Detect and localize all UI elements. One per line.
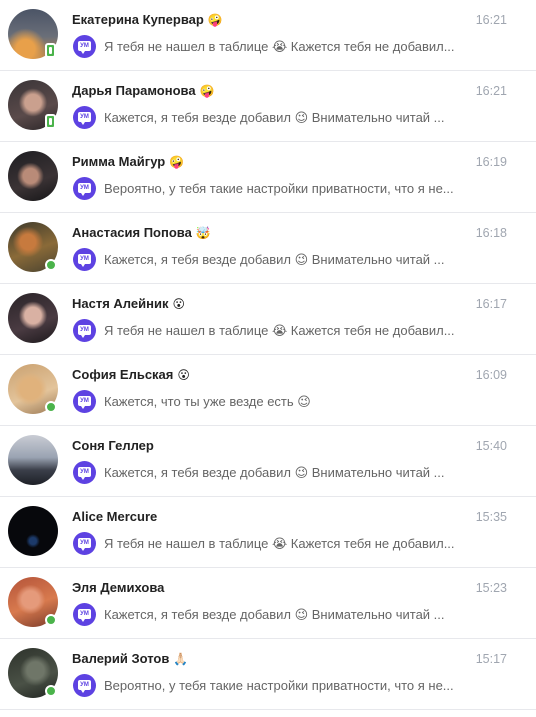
message-preview: Я тебя не нашел в таблице 😭 Кажется тебя… — [104, 323, 455, 338]
community-chat-icon: УМ — [73, 106, 96, 129]
message-time: 16:19 — [475, 155, 507, 169]
community-chat-icon: УМ — [73, 674, 96, 697]
chat-bubble-icon: УМ — [78, 538, 91, 551]
contact-name[interactable]: Соня Геллер — [72, 437, 154, 455]
message-time: 16:21 — [475, 13, 507, 27]
chat-bubble-icon: УМ — [78, 680, 91, 693]
online-indicator-icon — [45, 259, 57, 271]
message-time: 16:21 — [475, 84, 507, 98]
message-preview: Я тебя не нашел в таблице 😭 Кажется тебя… — [104, 39, 455, 54]
community-chat-icon: УМ — [73, 177, 96, 200]
contact-name-text: Соня Геллер — [72, 438, 154, 453]
name-emoji: 🤪 — [199, 84, 215, 98]
dialog-row[interactable]: Валерий Зотов 🙏🏻 15:17 УМ Вероятно, у тебя т… — [0, 639, 536, 710]
name-emoji: 😮 — [177, 368, 190, 382]
dialog-row[interactable]: Alice Mercure 15:35 УМ Я тебя не нашел в та… — [0, 497, 536, 568]
contact-name[interactable]: Alice Mercure — [72, 508, 157, 526]
dialog-row[interactable]: София Ельская 😮 16:09 УМ Кажется, что ты уже… — [0, 355, 536, 426]
message-preview: Кажется, я тебя везде добавил 😉 Внимател… — [104, 110, 445, 125]
name-emoji: 😮 — [172, 297, 185, 311]
chat-bubble-icon: УМ — [78, 396, 91, 409]
contact-name-text: Римма Майгур — [72, 154, 166, 169]
message-time: 15:40 — [475, 439, 507, 453]
message-time: 16:18 — [475, 226, 507, 240]
contact-name-text: Alice Mercure — [72, 509, 158, 524]
dialog-row[interactable]: Римма Майгур 🤪 16:19 УМ Вероятно, у тебя так… — [0, 142, 536, 213]
message-preview: Кажется, что ты уже везде есть 😉 — [104, 394, 311, 409]
contact-name-text: Настя Алейник — [72, 296, 169, 311]
contact-name[interactable]: Настя Алейник 😮 — [72, 295, 185, 313]
dialog-row[interactable]: Дарья Парамонова 🤪 16:21 УМ Кажется, я тебя … — [0, 71, 536, 142]
name-emoji: 🙏🏻 — [173, 652, 189, 666]
dialog-list: Екатерина Купервар 🤪 16:21 УМ Я тебя не наше… — [0, 0, 536, 717]
message-preview: Вероятно, у тебя такие настройки приватн… — [104, 678, 454, 693]
contact-name[interactable]: Эля Демихова — [72, 579, 164, 597]
contact-name-text: Эля Демихова — [72, 580, 165, 595]
avatar[interactable] — [8, 151, 58, 201]
contact-name-text: Екатерина Купервар — [72, 12, 204, 27]
community-chat-icon: УМ — [73, 532, 96, 555]
online-indicator-icon — [45, 614, 57, 626]
contact-name[interactable]: София Ельская 😮 — [72, 366, 190, 384]
message-preview: Кажется, я тебя везде добавил 😉 Внимател… — [104, 465, 445, 480]
message-time: 15:35 — [475, 510, 507, 524]
message-preview: Кажется, я тебя везде добавил 😉 Внимател… — [104, 607, 445, 622]
dialog-row[interactable]: Эля Демихова 15:23 УМ Кажется, я тебя везде… — [0, 568, 536, 639]
dialog-row[interactable]: Екатерина Купервар 🤪 16:21 УМ Я тебя не наше… — [0, 0, 536, 71]
community-chat-icon: УМ — [73, 248, 96, 271]
online-indicator-icon — [45, 401, 57, 413]
community-chat-icon: УМ — [73, 319, 96, 342]
message-preview: Вероятно, у тебя такие настройки приватн… — [104, 181, 454, 196]
contact-name-text: Анастасия Попова — [72, 225, 192, 240]
avatar[interactable] — [8, 435, 58, 485]
contact-name[interactable]: Римма Майгур 🤪 — [72, 153, 184, 171]
community-chat-icon: УМ — [73, 461, 96, 484]
chat-bubble-icon: УМ — [78, 467, 91, 480]
online-indicator-icon — [45, 685, 57, 697]
chat-bubble-icon: УМ — [78, 112, 91, 125]
dialog-row[interactable]: Анастасия Попова 🤯 16:18 УМ Кажется, я тебя … — [0, 213, 536, 284]
contact-name[interactable]: Дарья Парамонова 🤪 — [72, 82, 215, 100]
message-time: 16:09 — [475, 368, 507, 382]
message-time: 15:23 — [475, 581, 507, 595]
name-emoji: 🤯 — [195, 226, 211, 240]
message-preview: Кажется, я тебя везде добавил 😉 Внимател… — [104, 252, 445, 267]
contact-name-text: Валерий Зотов — [72, 651, 170, 666]
chat-bubble-icon: УМ — [78, 325, 91, 338]
contact-name[interactable]: Анастасия Попова 🤯 — [72, 224, 211, 242]
mobile-online-icon — [45, 43, 56, 58]
message-preview: Я тебя не нашел в таблице 😭 Кажется тебя… — [104, 536, 455, 551]
chat-bubble-icon: УМ — [78, 254, 91, 267]
chat-bubble-icon: УМ — [78, 183, 91, 196]
message-time: 16:17 — [475, 297, 507, 311]
name-emoji: 🤪 — [207, 13, 223, 27]
message-time: 15:17 — [475, 652, 507, 666]
avatar[interactable] — [8, 293, 58, 343]
contact-name-text: Дарья Парамонова — [72, 83, 196, 98]
contact-name[interactable]: Екатерина Купервар 🤪 — [72, 11, 223, 29]
mobile-online-icon — [45, 114, 56, 129]
chat-bubble-icon: УМ — [78, 609, 91, 622]
community-chat-icon: УМ — [73, 390, 96, 413]
community-chat-icon: УМ — [73, 603, 96, 626]
contact-name[interactable]: Валерий Зотов 🙏🏻 — [72, 650, 188, 668]
dialog-row[interactable]: Соня Геллер 15:40 УМ Кажется, я тебя везде … — [0, 426, 536, 497]
name-emoji: 🤪 — [169, 155, 185, 169]
chat-bubble-icon: УМ — [78, 41, 91, 54]
dialog-row[interactable]: Настя Алейник 😮 16:17 УМ Я тебя не нашел в т… — [0, 284, 536, 355]
contact-name-text: София Ельская — [72, 367, 174, 382]
avatar[interactable] — [8, 506, 58, 556]
community-chat-icon: УМ — [73, 35, 96, 58]
